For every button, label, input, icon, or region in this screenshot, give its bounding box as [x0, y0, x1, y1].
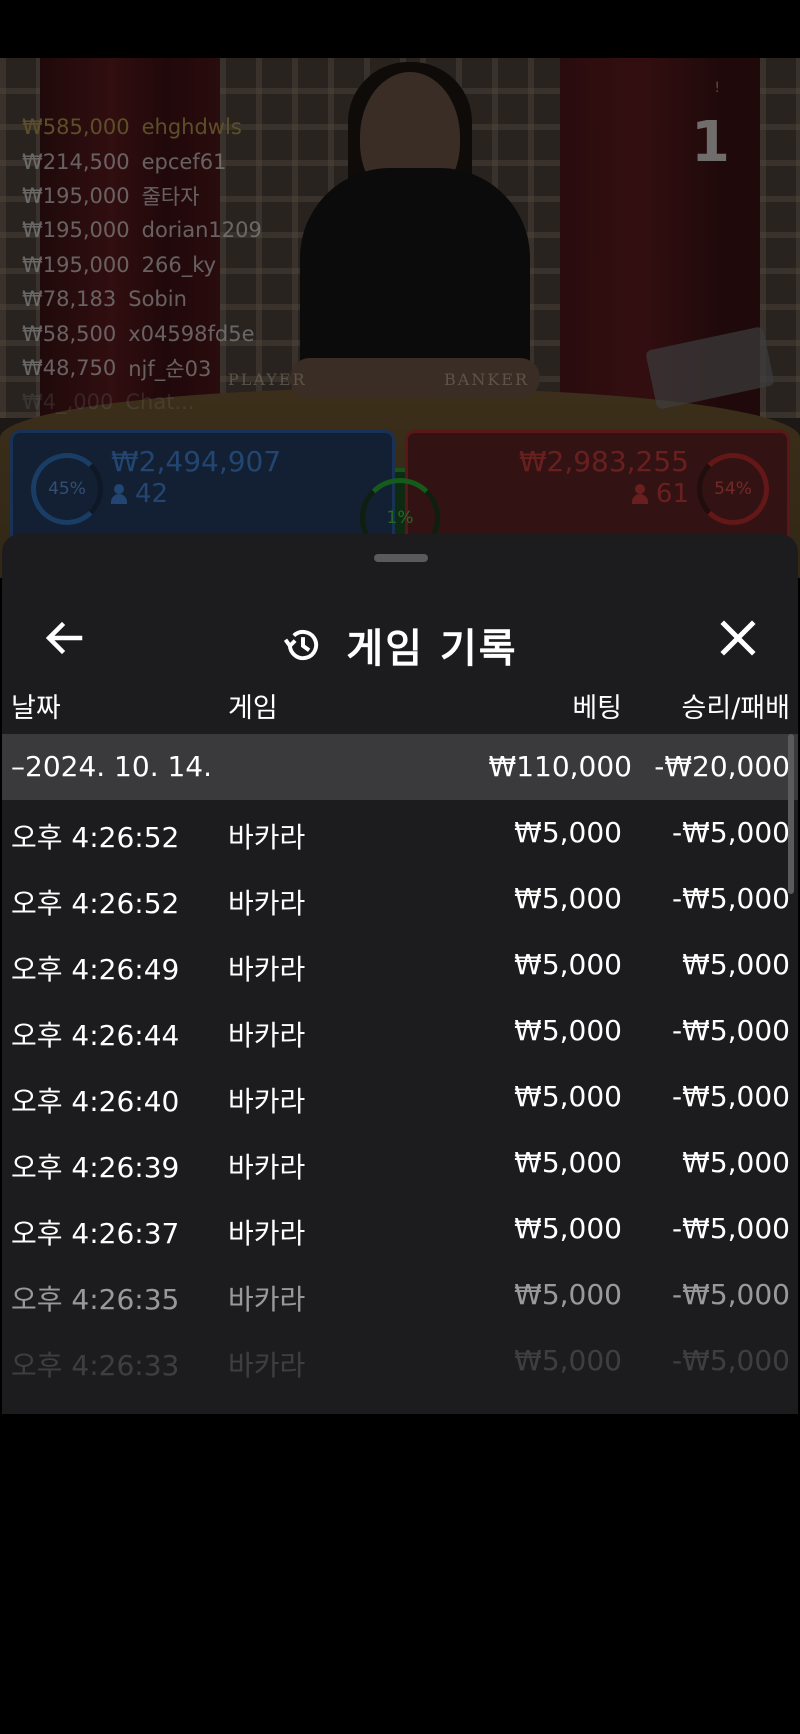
row-time: 오후 4:26:49 — [11, 953, 180, 986]
history-row[interactable]: 오후 4:26:35 바카라 ₩5,000 -₩5,000 — [2, 1262, 798, 1328]
row-result: ₩5,000 — [682, 1146, 790, 1179]
row-game: 바카라 — [228, 953, 306, 986]
row-time: 오후 4:26:40 — [11, 1085, 180, 1118]
column-header-date: 날짜 — [11, 693, 61, 724]
row-game: 바카라 — [228, 1085, 306, 1118]
summary-date: –2024. 10. 14. — [11, 750, 213, 783]
row-bet: ₩5,000 — [514, 948, 622, 981]
sheet-drag-handle[interactable] — [374, 554, 428, 562]
row-result: -₩5,000 — [672, 1278, 790, 1311]
row-result: -₩5,000 — [672, 882, 790, 915]
row-bet: ₩5,000 — [514, 1344, 622, 1377]
row-game: 바카라 — [228, 887, 306, 920]
history-row[interactable]: 오후 4:26:44 바카라 ₩5,000 -₩5,000 — [2, 998, 798, 1064]
table-header: 날짜 게임 베팅 승리/패배 — [2, 682, 798, 732]
sheet-title-text: 게임 기록 — [346, 626, 518, 672]
modal-backdrop[interactable] — [0, 58, 800, 578]
row-time: 오후 4:26:33 — [11, 1349, 180, 1382]
row-bet: ₩5,000 — [514, 1212, 622, 1245]
row-bet: ₩5,000 — [514, 1146, 622, 1179]
row-game: 바카라 — [228, 1019, 306, 1052]
history-row[interactable]: 오후 4:26:37 바카라 ₩5,000 -₩5,000 — [2, 1196, 798, 1262]
column-header-bet: 베팅 — [572, 693, 622, 724]
game-history-sheet: 게임 기록 날짜 게임 베팅 승리/패배 –2024. 10. 14. ₩110… — [2, 534, 798, 1414]
row-time: 오후 4:26:52 — [11, 821, 180, 854]
row-result: -₩5,000 — [672, 1344, 790, 1377]
history-row[interactable]: 오후 4:26:33 바카라 ₩5,000 -₩5,000 — [2, 1328, 798, 1394]
row-game: 바카라 — [228, 1349, 306, 1382]
close-icon[interactable] — [714, 614, 762, 662]
row-result: -₩5,000 — [672, 1014, 790, 1047]
history-list: 오후 4:26:52 바카라 ₩5,000 -₩5,000 오후 4:26:52… — [2, 800, 798, 1394]
history-row[interactable]: 오후 4:26:40 바카라 ₩5,000 -₩5,000 — [2, 1064, 798, 1130]
row-time: 오후 4:26:52 — [11, 887, 180, 920]
row-game: 바카라 — [228, 821, 306, 854]
history-row[interactable]: 오후 4:26:52 바카라 ₩5,000 -₩5,000 — [2, 800, 798, 866]
row-result: -₩5,000 — [672, 816, 790, 849]
row-game: 바카라 — [228, 1217, 306, 1250]
summary-result: -₩20,000 — [654, 750, 790, 783]
column-header-result: 승리/패배 — [681, 693, 790, 724]
row-bet: ₩5,000 — [514, 1278, 622, 1311]
row-game: 바카라 — [228, 1151, 306, 1184]
history-icon — [284, 629, 319, 661]
summary-bet: ₩110,000 — [488, 750, 632, 783]
row-time: 오후 4:26:37 — [11, 1217, 180, 1250]
row-result: -₩5,000 — [672, 1212, 790, 1245]
row-time: 오후 4:26:44 — [11, 1019, 180, 1052]
row-bet: ₩5,000 — [514, 816, 622, 849]
sheet-title: 게임 기록 — [2, 616, 798, 674]
date-group-summary[interactable]: –2024. 10. 14. ₩110,000 -₩20,000 — [2, 734, 798, 800]
list-scrollbar[interactable] — [788, 734, 794, 894]
history-row[interactable]: 오후 4:26:52 바카라 ₩5,000 -₩5,000 — [2, 866, 798, 932]
column-header-game: 게임 — [228, 693, 278, 724]
row-bet: ₩5,000 — [514, 1014, 622, 1047]
row-bet: ₩5,000 — [514, 882, 622, 915]
history-row[interactable]: 오후 4:26:49 바카라 ₩5,000 ₩5,000 — [2, 932, 798, 998]
row-bet: ₩5,000 — [514, 1080, 622, 1113]
row-result: ₩5,000 — [682, 948, 790, 981]
row-time: 오후 4:26:39 — [11, 1151, 180, 1184]
row-game: 바카라 — [228, 1283, 306, 1316]
row-result: -₩5,000 — [672, 1080, 790, 1113]
row-time: 오후 4:26:35 — [11, 1283, 180, 1316]
history-row[interactable]: 오후 4:26:39 바카라 ₩5,000 ₩5,000 — [2, 1130, 798, 1196]
